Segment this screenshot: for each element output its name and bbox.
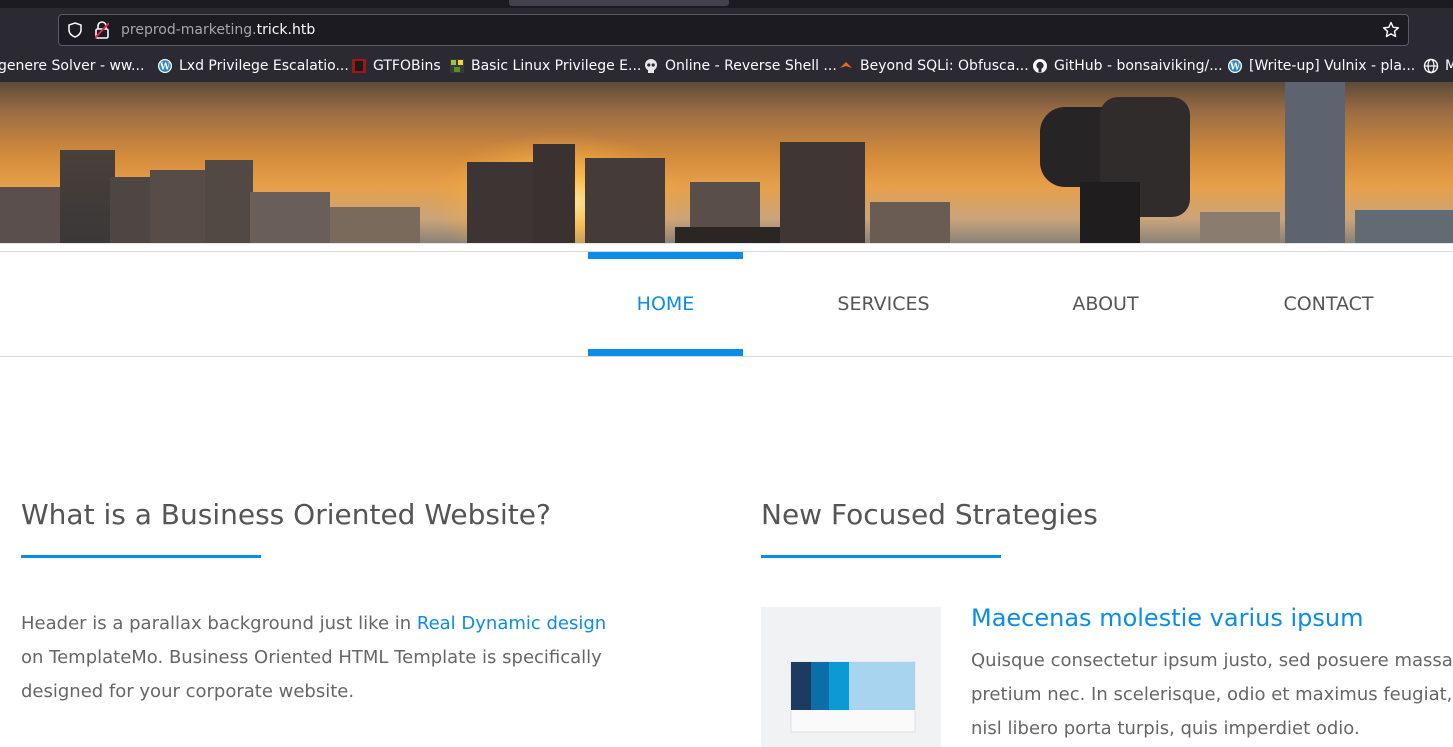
bookmark-label: M bbox=[1445, 58, 1453, 74]
active-tab-indicator[interactable] bbox=[509, 0, 729, 6]
address-bar[interactable]: preprod-marketing.trick.htb bbox=[58, 14, 1409, 46]
browser-chrome: preprod-marketing.trick.htb genere Solve… bbox=[0, 0, 1453, 82]
gtfobins-icon bbox=[352, 59, 366, 73]
shield-icon[interactable] bbox=[67, 22, 83, 38]
url-text[interactable]: preprod-marketing.trick.htb bbox=[121, 21, 315, 39]
strategy-item-text: Quisque consectetur ipsum justo, sed pos… bbox=[971, 650, 1453, 739]
hero-banner bbox=[0, 82, 1453, 243]
bookmark-item[interactable]: GitHub - bonsaiviking/... bbox=[1032, 56, 1223, 76]
wordpress-icon: W bbox=[158, 59, 172, 73]
main-nav: HOME SERVICES ABOUT CONTACT bbox=[0, 251, 1453, 357]
bookmark-star-icon[interactable] bbox=[1382, 21, 1400, 39]
left-text-before-link: Header is a parallax background just lik… bbox=[21, 613, 417, 634]
left-text-after-link: on TemplateMo. Business Oriented HTML Te… bbox=[21, 647, 602, 702]
bookmarks-toolbar: genere Solver - ww... W Lxd Privilege Es… bbox=[0, 52, 1453, 80]
right-title-underline bbox=[761, 555, 1001, 558]
left-section-title: What is a Business Oriented Website? bbox=[21, 498, 551, 531]
nav-services[interactable]: SERVICES bbox=[806, 252, 961, 356]
real-dynamic-design-link[interactable]: Real Dynamic design bbox=[417, 613, 606, 634]
pantone-swatch-image bbox=[761, 607, 941, 747]
left-title-underline bbox=[21, 555, 261, 558]
bookmark-item[interactable]: Beyond SQLi: Obfusca... bbox=[838, 56, 1029, 76]
bookmark-label: Beyond SQLi: Obfusca... bbox=[860, 58, 1029, 74]
bookmark-label: GitHub - bonsaiviking/... bbox=[1054, 58, 1223, 74]
burp-icon bbox=[840, 62, 852, 68]
nav-about[interactable]: ABOUT bbox=[1028, 252, 1183, 356]
globe-icon bbox=[1423, 58, 1439, 74]
wordpress-icon: W bbox=[1228, 59, 1242, 73]
bookmark-label: GTFOBins bbox=[373, 58, 441, 74]
linux-icon bbox=[450, 59, 464, 73]
insecure-lock-icon[interactable] bbox=[95, 21, 109, 39]
svg-text:W: W bbox=[159, 63, 171, 73]
bookmark-label: Basic Linux Privilege E... bbox=[471, 58, 642, 74]
strategy-item-title[interactable]: Maecenas molestie varius ipsum bbox=[971, 604, 1363, 632]
bookmark-label: [Write-up] Vulnix - pla... bbox=[1249, 58, 1416, 74]
bookmark-item[interactable]: Online - Reverse Shell ... bbox=[643, 56, 837, 76]
bookmark-item[interactable]: M bbox=[1423, 56, 1453, 76]
bookmark-label: genere Solver - ww... bbox=[0, 58, 145, 74]
bookmark-item[interactable]: W [Write-up] Vulnix - pla... bbox=[1227, 56, 1415, 76]
bookmark-item[interactable]: W Lxd Privilege Escalatio... bbox=[157, 56, 349, 76]
bookmark-label: Lxd Privilege Escalatio... bbox=[179, 58, 349, 74]
left-paragraph: Header is a parallax background just lik… bbox=[21, 607, 621, 709]
bookmark-label: Online - Reverse Shell ... bbox=[665, 58, 837, 74]
nav-home[interactable]: HOME bbox=[588, 252, 743, 356]
skull-icon bbox=[645, 59, 657, 73]
bookmark-item[interactable]: genere Solver - ww... bbox=[0, 56, 144, 76]
nav-contact[interactable]: CONTACT bbox=[1251, 252, 1406, 356]
svg-text:W: W bbox=[1229, 63, 1241, 73]
city-skyline-image bbox=[0, 82, 1453, 243]
right-section-title: New Focused Strategies bbox=[761, 498, 1098, 531]
github-icon bbox=[1033, 59, 1047, 73]
url-prefix: preprod-marketing. bbox=[121, 22, 257, 38]
bookmark-item[interactable]: GTFOBins bbox=[351, 56, 441, 76]
url-host: trick.htb bbox=[256, 22, 316, 38]
bookmark-item[interactable]: Basic Linux Privilege E... bbox=[449, 56, 641, 76]
